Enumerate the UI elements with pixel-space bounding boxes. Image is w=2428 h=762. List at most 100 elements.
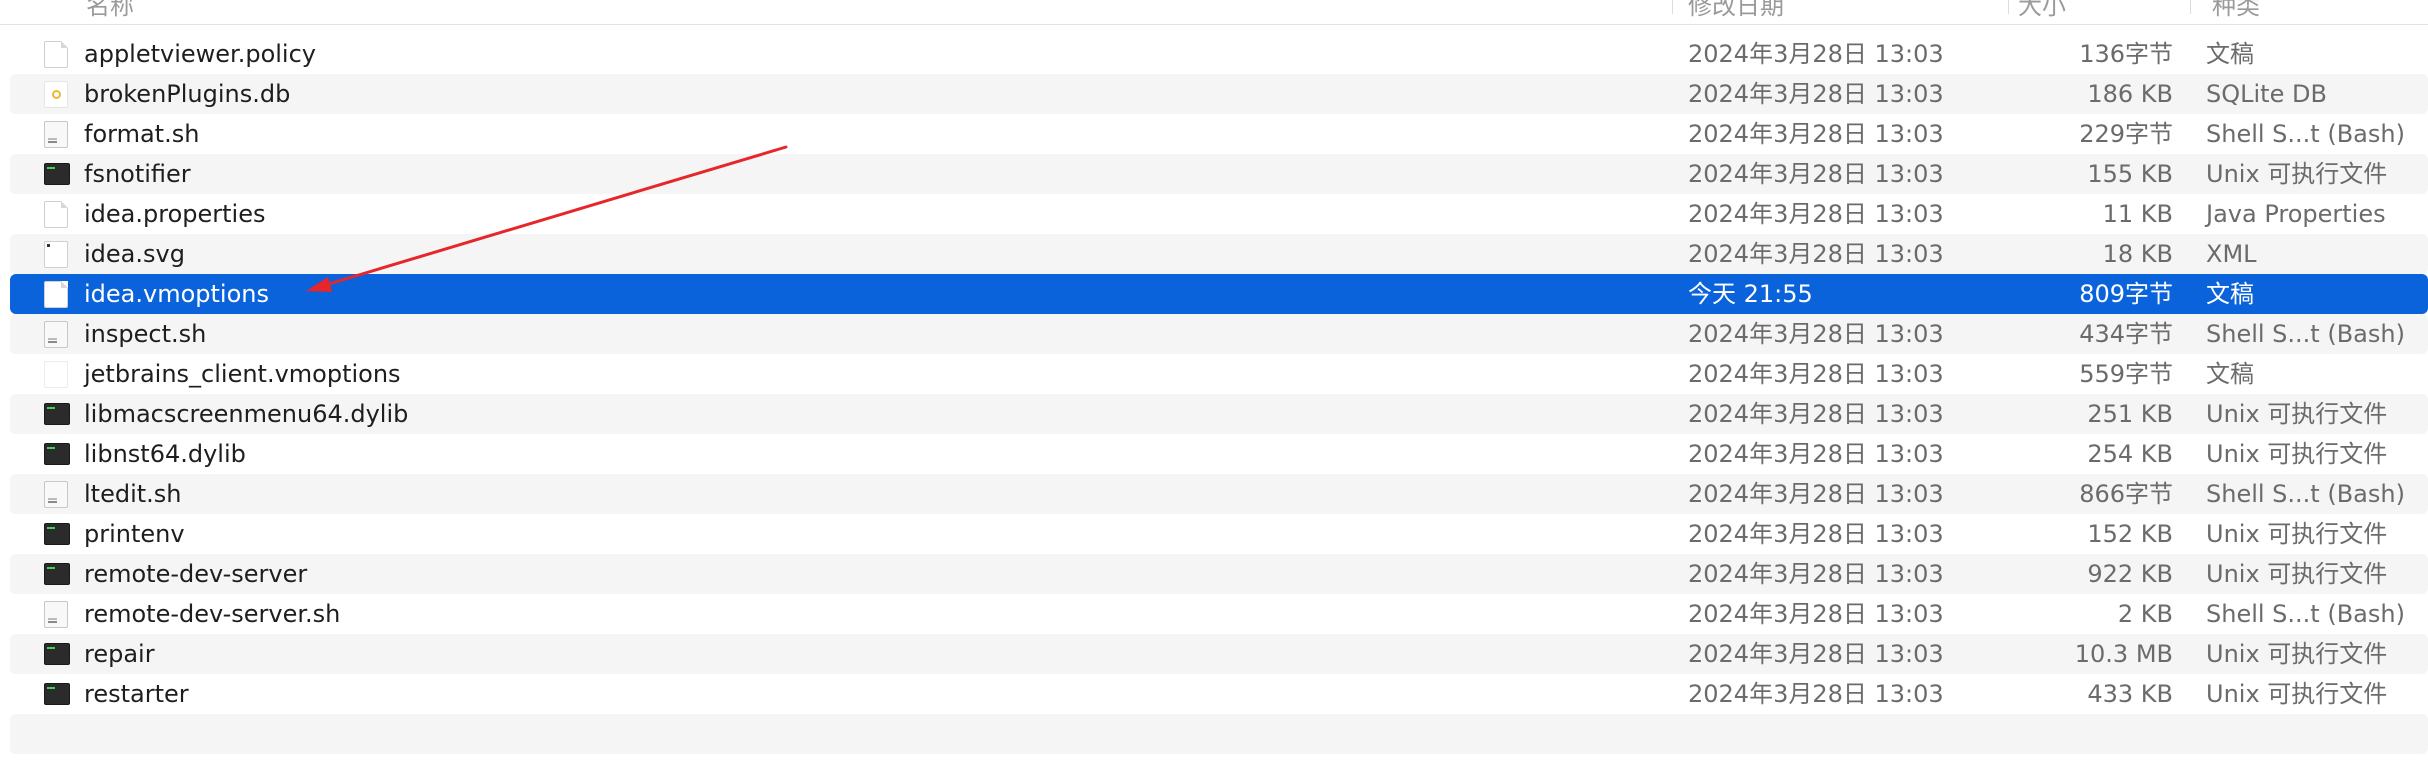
file-name: remote-dev-server: [84, 560, 308, 588]
executable-icon: [44, 643, 70, 665]
file-size: 229字节: [2079, 120, 2173, 148]
database-icon: [44, 81, 68, 108]
file-row[interactable]: restarter 2024年3月28日 13:03 433 KB Unix 可执行文…: [10, 674, 2428, 714]
document-icon: [44, 281, 68, 308]
file-date-modified: 2024年3月28日 13:03: [1688, 520, 1944, 548]
file-kind: Shell S...t (Bash): [2206, 320, 2405, 348]
file-size: 10.3 MB: [2074, 640, 2173, 668]
column-divider[interactable]: [2190, 0, 2191, 14]
file-date-modified: 2024年3月28日 13:03: [1688, 240, 1944, 268]
script-icon: [44, 321, 68, 348]
column-header-size[interactable]: 大小: [2018, 0, 2066, 21]
executable-icon: [44, 403, 70, 425]
executable-icon: [44, 163, 70, 185]
document-icon: [44, 201, 68, 228]
file-size: 254 KB: [2087, 440, 2173, 468]
file-name: jetbrains_client.vmoptions: [84, 360, 401, 388]
file-kind: Unix 可执行文件: [2206, 160, 2388, 188]
column-header-name[interactable]: 名称: [86, 0, 134, 21]
file-kind: Shell S...t (Bash): [2206, 480, 2405, 508]
file-kind: 文稿: [2206, 40, 2254, 68]
file-kind: 文稿: [2206, 360, 2254, 388]
file-size: 433 KB: [2087, 680, 2173, 708]
file-row[interactable]: libnst64.dylib 2024年3月28日 13:03 254 KB Unix…: [10, 434, 2428, 474]
file-row[interactable]: remote-dev-server 2024年3月28日 13:03 922 KB U…: [10, 554, 2428, 594]
file-name: format.sh: [84, 120, 200, 148]
file-size: 809字节: [2079, 280, 2173, 308]
file-kind: Shell S...t (Bash): [2206, 120, 2405, 148]
file-kind: Unix 可执行文件: [2206, 640, 2388, 668]
file-kind: Unix 可执行文件: [2206, 440, 2388, 468]
file-row[interactable]: jetbrains_client.vmoptions 2024年3月28日 13:…: [10, 354, 2428, 394]
file-kind: Unix 可执行文件: [2206, 400, 2388, 428]
file-size: 434字节: [2079, 320, 2173, 348]
file-size: 18 KB: [2102, 240, 2173, 268]
file-date-modified: 2024年3月28日 13:03: [1688, 160, 1944, 188]
file-name: libmacscreenmenu64.dylib: [84, 400, 409, 428]
column-header-kind[interactable]: 种类: [2212, 0, 2260, 21]
file-name: restarter: [84, 680, 189, 708]
file-date-modified: 2024年3月28日 13:03: [1688, 320, 1944, 348]
file-size: 922 KB: [2087, 560, 2173, 588]
column-header-bar: 名称 修改日期 大小 种类: [0, 0, 2428, 25]
script-icon: [44, 601, 68, 628]
file-kind: Unix 可执行文件: [2206, 680, 2388, 708]
blank-document-icon: [44, 361, 68, 388]
file-row[interactable]: ltedit.sh 2024年3月28日 13:03 866字节 Shell S...…: [10, 474, 2428, 514]
file-kind: Shell S...t (Bash): [2206, 600, 2405, 628]
script-icon: [44, 121, 68, 148]
file-date-modified: 2024年3月28日 13:03: [1688, 120, 1944, 148]
file-size: 186 KB: [2087, 80, 2173, 108]
file-date-modified: 2024年3月28日 13:03: [1688, 680, 1944, 708]
file-name: fsnotifier: [84, 160, 191, 188]
file-date-modified: 2024年3月28日 13:03: [1688, 640, 1944, 668]
file-name: inspect.sh: [84, 320, 207, 348]
column-header-date[interactable]: 修改日期: [1688, 0, 1784, 21]
file-row[interactable]: idea.vmoptions 今天 21:55 809字节 文稿: [10, 274, 2428, 314]
file-size: 559字节: [2079, 360, 2173, 388]
file-date-modified: 今天 21:55: [1688, 280, 1813, 308]
file-date-modified: 2024年3月28日 13:03: [1688, 400, 1944, 428]
file-row[interactable]: inspect.sh 2024年3月28日 13:03 434字节 Shell S..…: [10, 314, 2428, 354]
file-date-modified: 2024年3月28日 13:03: [1688, 560, 1944, 588]
finder-file-list-window: 名称 修改日期 大小 种类 appletviewer.policy 2024年3月…: [0, 0, 2428, 762]
file-row[interactable]: idea.svg 2024年3月28日 13:03 18 KB XML: [10, 234, 2428, 274]
file-row[interactable]: format.sh 2024年3月28日 13:03 229字节 Shell S...…: [10, 114, 2428, 154]
file-row[interactable]: printenv 2024年3月28日 13:03 152 KB Unix 可执行文件: [10, 514, 2428, 554]
file-row[interactable]: brokenPlugins.db 2024年3月28日 13:03 186 KB SQ…: [10, 74, 2428, 114]
file-date-modified: 2024年3月28日 13:03: [1688, 360, 1944, 388]
file-name: idea.properties: [84, 200, 266, 228]
executable-icon: [44, 563, 70, 585]
file-size: 155 KB: [2087, 160, 2173, 188]
file-size: 2 KB: [2117, 600, 2173, 628]
file-size: 251 KB: [2087, 400, 2173, 428]
file-kind: XML: [2206, 240, 2257, 268]
file-kind: Unix 可执行文件: [2206, 520, 2388, 548]
file-row[interactable]: fsnotifier 2024年3月28日 13:03 155 KB Unix 可执行…: [10, 154, 2428, 194]
file-kind: Java Properties: [2206, 200, 2386, 228]
column-divider[interactable]: [1672, 0, 1673, 14]
file-size: 866字节: [2079, 480, 2173, 508]
file-row[interactable]: appletviewer.policy 2024年3月28日 13:03 136字节…: [10, 34, 2428, 74]
file-kind: 文稿: [2206, 280, 2254, 308]
file-size: 152 KB: [2087, 520, 2173, 548]
empty-row: [10, 714, 2428, 754]
file-kind: SQLite DB: [2206, 80, 2327, 108]
svg-icon: [44, 241, 68, 268]
file-row[interactable]: remote-dev-server.sh 2024年3月28日 13:03 2 KB…: [10, 594, 2428, 634]
file-name: printenv: [84, 520, 185, 548]
file-row[interactable]: idea.properties 2024年3月28日 13:03 11 KB Java…: [10, 194, 2428, 234]
executable-icon: [44, 683, 70, 705]
file-name: idea.vmoptions: [84, 280, 269, 308]
file-date-modified: 2024年3月28日 13:03: [1688, 200, 1944, 228]
executable-icon: [44, 443, 70, 465]
file-date-modified: 2024年3月28日 13:03: [1688, 440, 1944, 468]
file-date-modified: 2024年3月28日 13:03: [1688, 600, 1944, 628]
file-size: 136字节: [2079, 40, 2173, 68]
file-name: appletviewer.policy: [84, 40, 316, 68]
file-date-modified: 2024年3月28日 13:03: [1688, 480, 1944, 508]
file-row[interactable]: repair 2024年3月28日 13:03 10.3 MB Unix 可执行文件: [10, 634, 2428, 674]
column-divider[interactable]: [2008, 0, 2009, 14]
document-icon: [44, 41, 68, 68]
file-row[interactable]: libmacscreenmenu64.dylib 2024年3月28日 13:03…: [10, 394, 2428, 434]
